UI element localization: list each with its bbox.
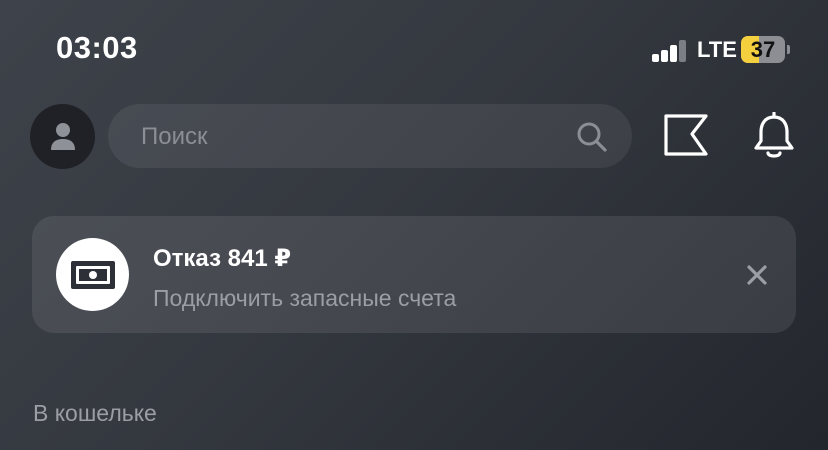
search-placeholder: Поиск — [141, 123, 208, 150]
avatar[interactable] — [30, 104, 95, 169]
status-time: 03:03 — [56, 30, 138, 65]
battery-tip — [787, 45, 790, 54]
close-button[interactable] — [742, 260, 772, 290]
flag-icon[interactable] — [662, 112, 710, 160]
battery-level: 37 — [750, 37, 776, 62]
decline-notification-card[interactable]: Отказ 841 ₽ Подключить запасные счета — [32, 216, 796, 333]
bell-icon[interactable] — [752, 112, 796, 160]
search-input[interactable]: Поиск — [108, 104, 632, 168]
notification-subtitle: Подключить запасные счета — [153, 285, 457, 311]
banknote-icon — [56, 238, 129, 311]
wallet-section-label: В кошельке — [33, 400, 157, 426]
battery-icon: 37 — [741, 36, 785, 63]
person-icon — [50, 122, 75, 150]
network-type: LTE — [697, 37, 737, 62]
notification-title: Отказ 841 ₽ — [153, 245, 292, 272]
close-icon — [747, 265, 767, 285]
search-icon — [577, 122, 607, 152]
signal-strength-icon — [652, 38, 688, 62]
